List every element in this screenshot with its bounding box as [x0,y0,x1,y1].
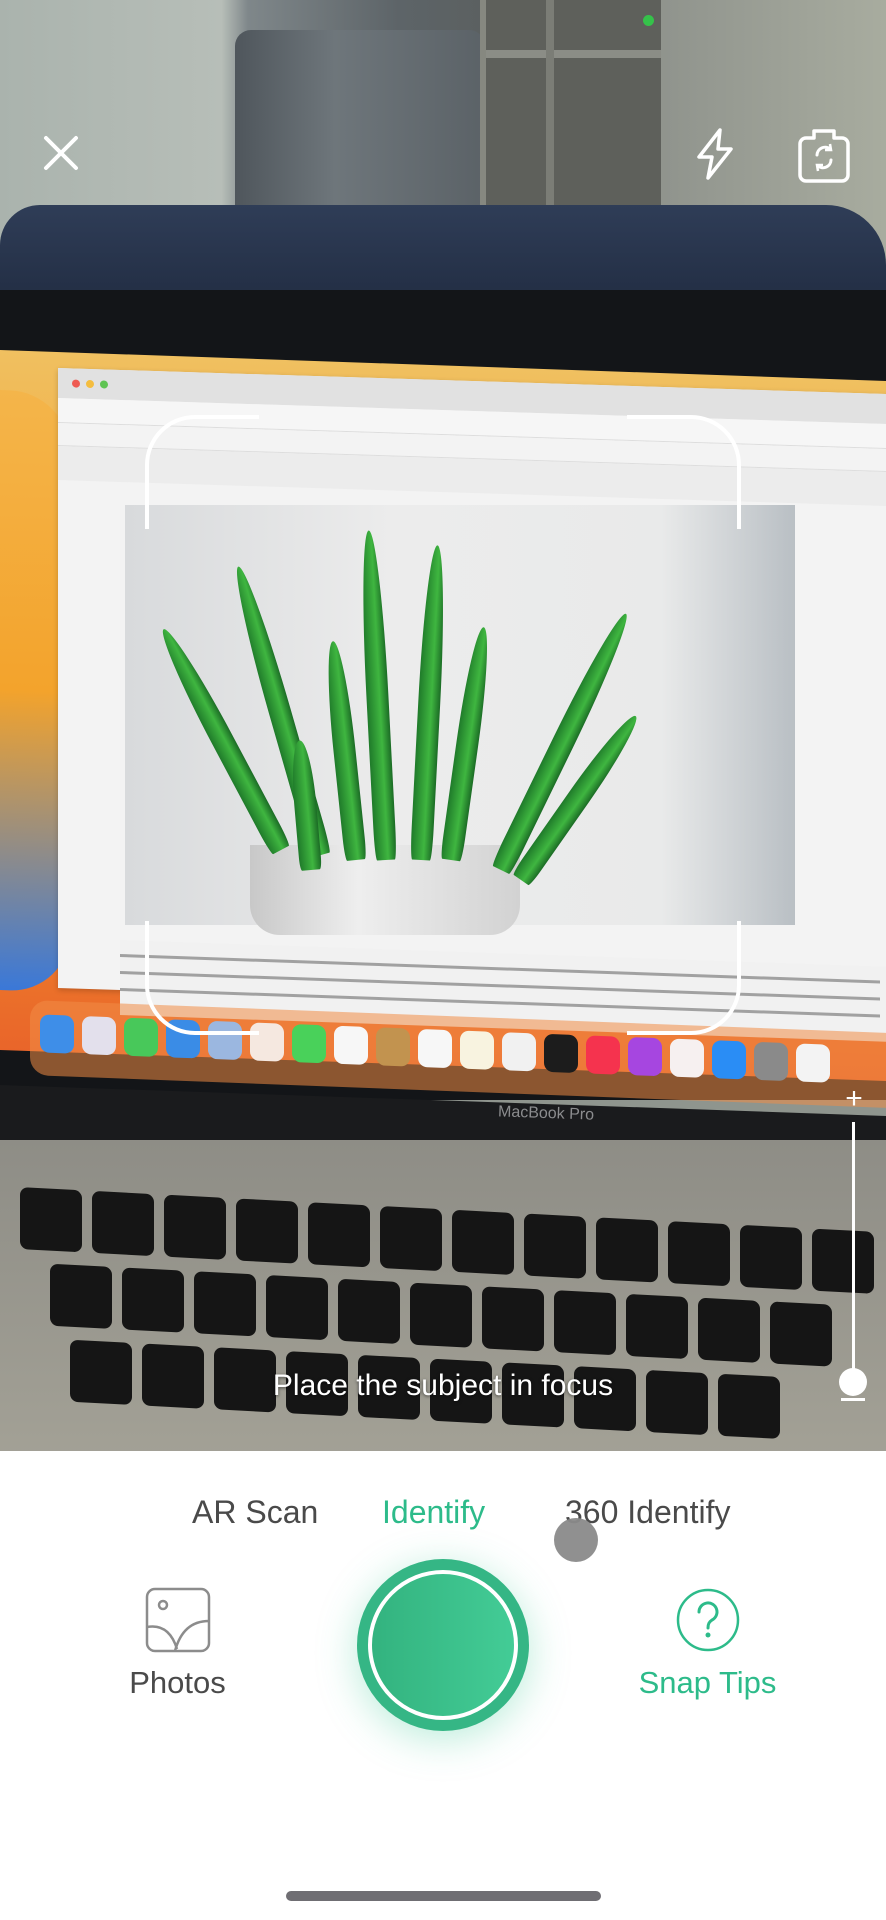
keyboard-key [482,1286,544,1352]
flip-camera-icon [798,129,850,183]
camera-in-use-indicator [643,15,654,26]
zoom-in-icon[interactable]: + [840,1082,868,1116]
focus-hint-text: Place the subject in focus [272,1369,614,1402]
dock-news-icon [670,1038,704,1078]
keyboard-key [164,1194,226,1260]
window-zoom-dot [100,380,108,389]
snap-tips-label: Snap Tips [638,1665,777,1700]
focus-frame-corner [627,921,741,1035]
close-button[interactable] [36,128,86,178]
mode-tab-identify[interactable]: Identify [382,1494,485,1531]
camera-viewfinder[interactable]: MacBook Pro + Place the subject in focus [0,0,886,1451]
focus-frame [145,415,741,1035]
snap-tips-button[interactable]: Snap Tips [620,1587,795,1701]
keyboard-key [122,1267,184,1333]
flash-button[interactable] [690,126,740,182]
dock-notes-icon [460,1030,494,1070]
photos-label: Photos [129,1665,226,1700]
keyboard-key [452,1209,514,1275]
touch-indicator [554,1518,598,1562]
keyboard-key [236,1198,298,1264]
dock-finder-icon [40,1014,74,1054]
dock-launchpad-icon [82,1015,116,1056]
dock-podcasts-icon [628,1036,662,1077]
dock-settings-icon [754,1041,788,1082]
dock-freeform-icon [502,1032,536,1072]
keyboard-key [20,1187,82,1253]
dock-tv-icon [544,1033,578,1074]
zoom-slider[interactable]: + [828,1082,878,1412]
keyboard-key [380,1205,442,1272]
keyboard-key [266,1274,328,1341]
photo-gallery-icon [145,1587,210,1653]
focus-frame-corner [145,921,259,1035]
keyboard-key [554,1290,616,1356]
shutter-inner-ring [368,1570,518,1720]
laptop-brand-label: MacBook Pro [497,1103,595,1124]
focus-frame-corner [145,415,259,529]
background-cabinet [480,0,661,240]
window-minimize-dot [86,379,94,389]
mode-tab-ar-scan[interactable]: AR Scan [192,1494,318,1531]
keyboard-key [698,1297,760,1363]
keyboard-key [194,1271,256,1337]
keyboard-key [50,1263,112,1329]
dock-music-icon [586,1035,620,1075]
keyboard-key [410,1282,472,1348]
capture-panel: AR Scan Identify 360 Identify Photos Sna… [0,1451,886,1920]
dock-chrome-icon [796,1043,830,1083]
keyboard-key [668,1221,730,1287]
zoom-slider-track[interactable] [852,1122,855,1382]
keyboard-key [338,1278,400,1345]
dock-appstore-icon [712,1040,746,1080]
keyboard-key [92,1190,154,1257]
shutter-button[interactable] [357,1559,529,1731]
photos-button[interactable]: Photos [110,1587,245,1701]
flip-camera-button[interactable] [795,124,853,184]
keyboard-key [596,1217,658,1283]
keyboard-key [626,1293,688,1360]
question-circle-icon [676,1588,739,1652]
window-close-dot [72,379,80,388]
keyboard-key [524,1213,586,1279]
home-indicator[interactable] [286,1891,601,1901]
keyboard-key [740,1224,802,1291]
keyboard-key [770,1301,832,1367]
close-icon [44,136,78,170]
focus-frame-corner [627,415,741,529]
flash-icon [697,128,733,180]
keyboard [0,1185,886,1451]
keyboard-key [308,1202,370,1268]
